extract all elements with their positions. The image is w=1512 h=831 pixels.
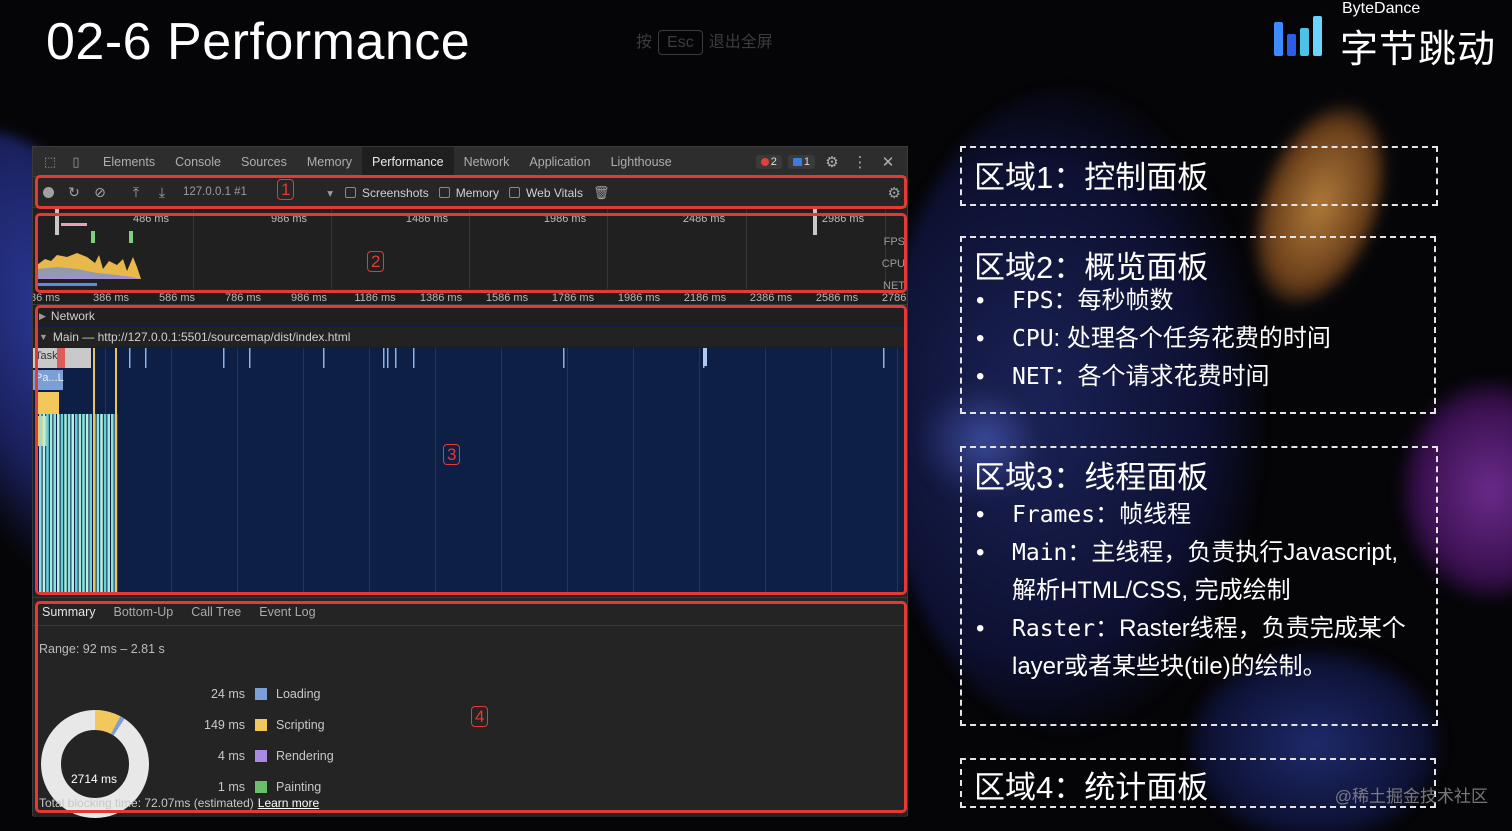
watermark: @稀土掘金技术社区: [1334, 787, 1488, 806]
ruler-tick-label: 2386 ms: [749, 292, 793, 304]
bullet-text: : 处理各个任务花费的时间: [1053, 325, 1331, 352]
bullet-key: NET: [1012, 364, 1054, 390]
panel-bullet-item: 解析HTML/CSS, 完成绘制: [976, 572, 1406, 610]
message-badge[interactable]: 1: [787, 154, 815, 169]
region-2-outline: [35, 213, 907, 293]
ruler-tick-label: 1986 ms: [617, 292, 661, 304]
bullet-text: layer或者某些块(tile)的绘制。: [1012, 653, 1327, 680]
fullscreen-hint: 按 Esc 退出全屏: [636, 28, 773, 55]
ruler-tick-label: 1386 ms: [419, 292, 463, 304]
bullet-icon: •: [976, 501, 985, 528]
panel-bullet-item: • CPU: 处理各个任务花费的时间: [976, 320, 1331, 358]
ruler-tick-label: 1186 ms: [354, 292, 396, 304]
bullet-text: ：主线程，负责执行Javascript,: [1067, 539, 1399, 566]
logo-text-cn: 字节跳动: [1340, 29, 1497, 71]
tab-sources[interactable]: Sources: [231, 147, 297, 177]
tab-lighthouse[interactable]: Lighthouse: [601, 147, 682, 177]
region-1-outline: [35, 175, 907, 209]
region-1-label: 1: [277, 179, 295, 200]
devtools-tabbar: ⬚ ▯ Elements Console Sources Memory Performa…: [33, 146, 907, 177]
bullet-text: 解析HTML/CSS, 完成绘制: [1012, 577, 1291, 604]
ruler-tick-label: 586 ms: [158, 292, 196, 304]
region-3-label: 3: [443, 444, 461, 465]
panel-bullet-item: • Raster ：Raster线程，负责完成某个: [976, 610, 1406, 648]
bytedance-logo-icon: [1272, 14, 1328, 56]
tab-elements[interactable]: Elements: [93, 147, 165, 177]
logo-text-en: ByteDance: [1342, 0, 1421, 17]
bullet-icon: •: [976, 287, 985, 314]
close-icon[interactable]: ✕: [877, 151, 899, 173]
panel-region-3: 区域3：线程面板 • Frames ：帧线程 • Main ：主线程，负责执行Javasc…: [960, 446, 1438, 726]
bullet-icon: •: [976, 325, 985, 352]
ruler-tick-label: 2786 ms: [881, 292, 907, 304]
ruler-tick-label: 1786 ms: [551, 292, 595, 304]
bullet-key: CPU: [1012, 326, 1054, 352]
ruler-tick-label: 786 ms: [224, 292, 262, 304]
bullet-key: Raster: [1012, 616, 1096, 642]
error-icon: [760, 157, 769, 166]
panel-bullet-item: • Frames ：帧线程: [976, 496, 1406, 534]
message-icon: [792, 157, 802, 166]
tab-performance[interactable]: Performance: [362, 146, 454, 177]
panel-bullet-item: • Main ：主线程，负责执行Javascript,: [976, 534, 1406, 572]
panel-bullet-item: layer或者某些块(tile)的绘制。: [976, 648, 1406, 686]
bullet-text: ：每秒帧数: [1053, 287, 1174, 314]
ruler-tick-label: 1586 ms: [485, 292, 529, 304]
bullet-icon: •: [976, 615, 985, 642]
region-4-label: 4: [471, 706, 489, 727]
ruler-tick-label: 86 ms: [33, 292, 60, 304]
slide-title: 02-6 Performance: [46, 13, 471, 71]
error-badge[interactable]: 2: [755, 154, 782, 169]
panel-region-1: 区域1：控制面板: [960, 146, 1438, 206]
bullet-text: ：帧线程: [1095, 501, 1192, 528]
ruler-tick-label: 386 ms: [92, 292, 130, 304]
ruler-tick-label: 2186 ms: [683, 292, 727, 304]
panel-title: 区域2：概览面板: [974, 250, 1209, 285]
tab-memory[interactable]: Memory: [297, 147, 362, 177]
panel-bullet-item: • NET ：各个请求花费时间: [976, 358, 1331, 396]
tab-network[interactable]: Network: [454, 147, 520, 177]
more-options-icon[interactable]: ⋮: [849, 151, 871, 173]
bullet-icon: •: [976, 363, 985, 390]
ruler-tick-label: 986 ms: [290, 292, 328, 304]
panel-title: 区域3：线程面板: [974, 460, 1209, 495]
tab-application[interactable]: Application: [519, 147, 600, 177]
inspect-element-icon[interactable]: ⬚: [41, 153, 59, 171]
ruler-tick-label: 2586 ms: [815, 292, 859, 304]
device-toolbar-icon[interactable]: ▯: [67, 153, 85, 171]
timeline-ruler: 86 ms 386 ms 586 ms 786 ms 986 ms 1186 ms 1386…: [33, 291, 907, 305]
bullet-text: ：各个请求花费时间: [1053, 363, 1270, 390]
bullet-key: Frames: [1012, 502, 1096, 528]
bullet-key: Main: [1012, 540, 1068, 566]
settings-gear-icon[interactable]: ⚙: [821, 151, 843, 173]
devtools-window: ⬚ ▯ Elements Console Sources Memory Performa…: [32, 146, 908, 818]
bytedance-logo: ByteDance 字节跳动: [1272, 0, 1495, 71]
bullet-key: FPS: [1012, 288, 1054, 314]
region-3-outline: [35, 305, 907, 595]
panel-region-2: 区域2：概览面板 • FPS ：每秒帧数 • CPU: 处理各个任务花费的时间 • NET：…: [960, 236, 1436, 414]
region-2-label: 2: [367, 251, 385, 272]
panel-title: 区域1：控制面板: [974, 160, 1209, 195]
panel-bullet-item: • FPS ：每秒帧数: [976, 282, 1331, 320]
panel-title: 区域4：统计面板: [974, 770, 1209, 805]
bullet-text: ：Raster线程，负责完成某个: [1095, 615, 1406, 642]
tab-console[interactable]: Console: [165, 147, 231, 177]
bullet-icon: •: [976, 539, 985, 566]
